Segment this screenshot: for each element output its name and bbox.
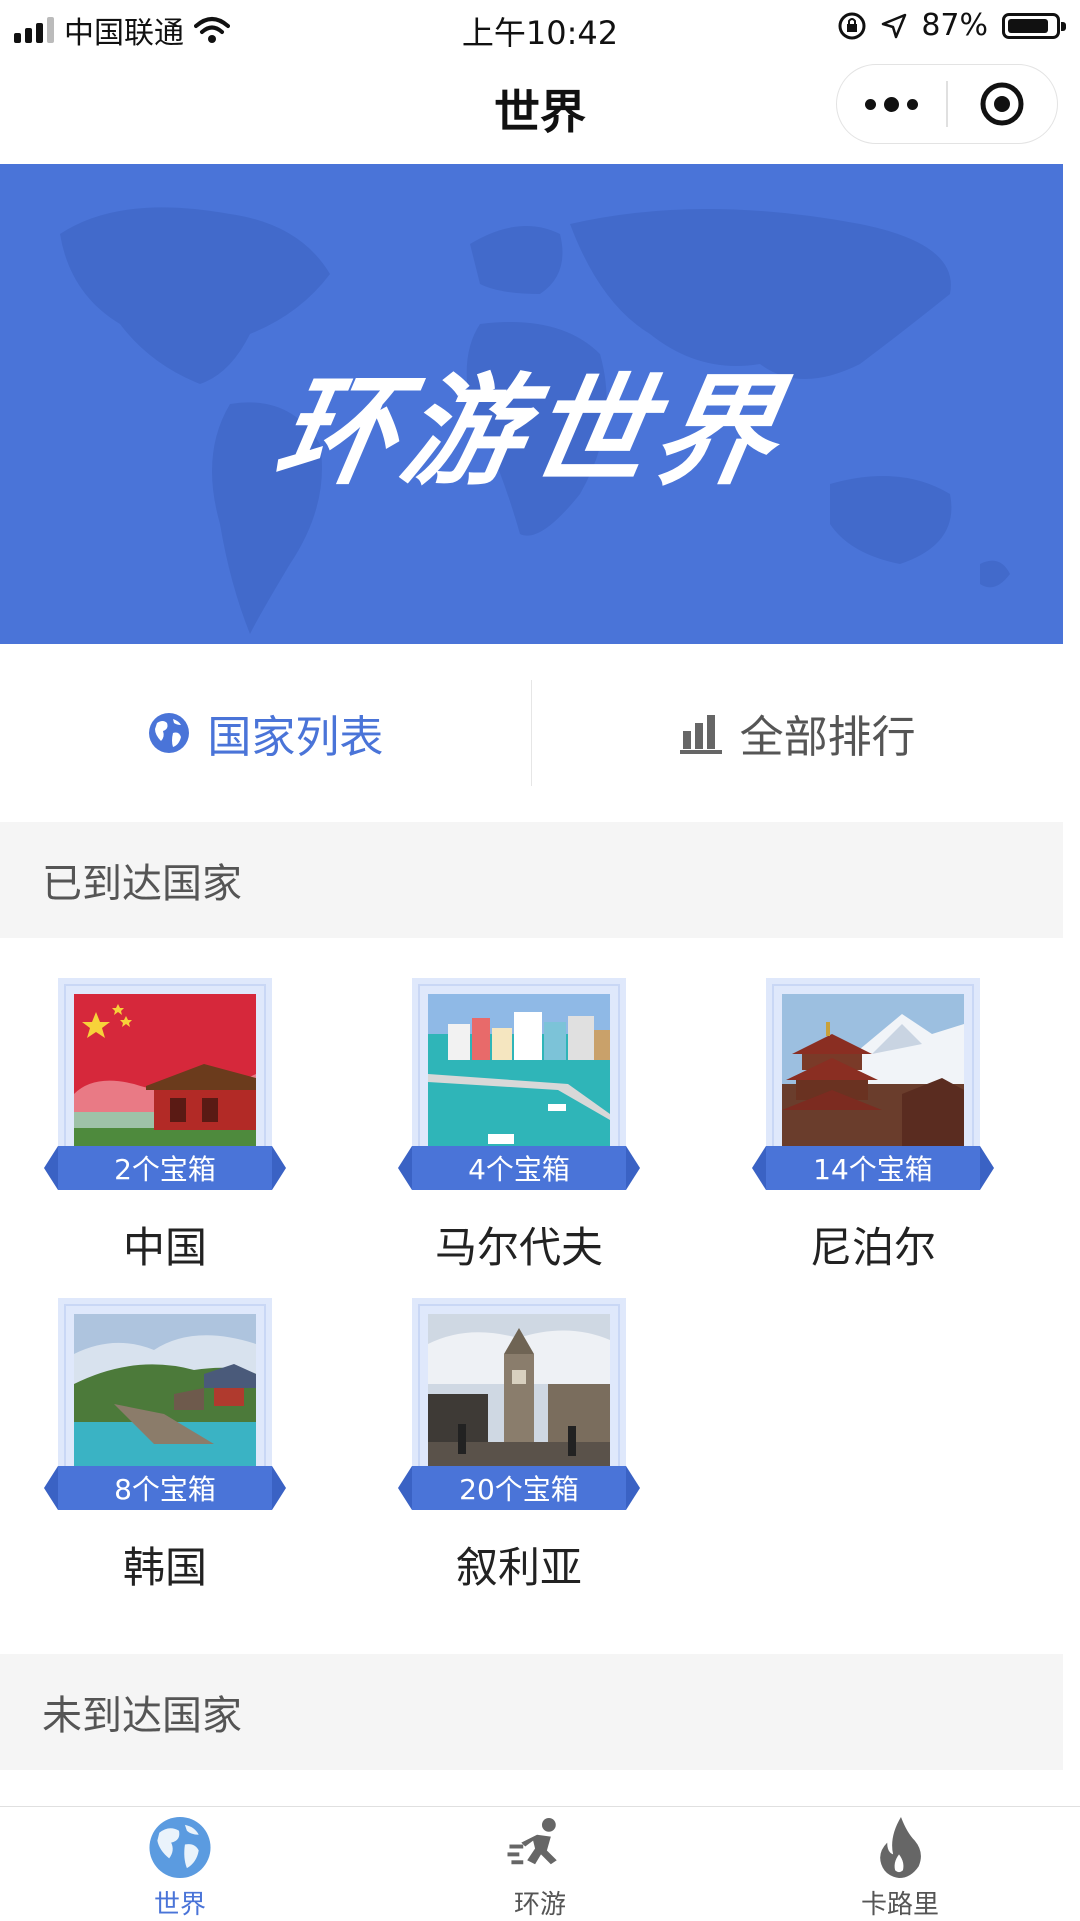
treasure-badge: 8个宝箱 xyxy=(44,1466,286,1510)
country-photo-korea xyxy=(74,1314,256,1468)
runner-icon xyxy=(507,1817,557,1865)
country-name: 韩国 xyxy=(122,1543,207,1592)
treasure-badge: 20个宝箱 xyxy=(398,1466,640,1510)
globe-icon xyxy=(149,713,190,753)
more-dots-icon xyxy=(865,96,919,112)
tab-all-ranking[interactable]: 全部排行 xyxy=(532,644,1063,822)
country-card-syria[interactable]: 20个宝箱 叙利亚 xyxy=(390,1258,640,1592)
tab-all-ranking-label: 全部排行 xyxy=(739,712,916,763)
country-photo-nepal xyxy=(782,994,964,1148)
treasure-badge: 4个宝箱 xyxy=(398,1146,640,1190)
treasure-badge: 14个宝箱 xyxy=(752,1146,994,1190)
country-card-korea[interactable]: 8个宝箱 韩国 xyxy=(36,1258,286,1592)
tabbar-label-travel: 环游 xyxy=(513,1890,566,1920)
bottom-tab-bar: 世界 环游 卡路里 xyxy=(0,1806,1080,1921)
more-button[interactable] xyxy=(837,65,946,143)
status-right: 87% xyxy=(837,8,1066,43)
flame-icon xyxy=(880,1816,921,1879)
tab-row: 国家列表 全部排行 xyxy=(0,644,1063,822)
treasure-badge: 2个宝箱 xyxy=(44,1146,286,1190)
close-button[interactable] xyxy=(948,65,1057,143)
mini-program-capsule xyxy=(836,64,1058,144)
globe-icon xyxy=(149,1816,211,1879)
target-circle-icon xyxy=(980,82,1024,126)
location-arrow-icon xyxy=(882,13,907,38)
status-bar: 中国联通 上午10:42 87% xyxy=(0,0,1080,56)
tab-country-list[interactable]: 国家列表 xyxy=(0,644,531,822)
tabbar-item-travel[interactable]: 环游 xyxy=(360,1807,720,1921)
battery-icon xyxy=(1002,12,1066,39)
bar-chart-icon xyxy=(679,715,722,754)
country-card-nepal[interactable]: 14个宝箱 尼泊尔 xyxy=(744,938,994,1272)
visited-section-header: 已到达国家 xyxy=(0,822,1063,938)
country-photo-syria xyxy=(428,1314,610,1468)
country-card-maldives[interactable]: 4个宝箱 马尔代夫 xyxy=(390,938,640,1272)
country-photo-maldives xyxy=(428,994,610,1148)
country-name: 尼泊尔 xyxy=(809,1223,936,1272)
country-name: 叙利亚 xyxy=(455,1543,582,1592)
nav-bar: 世界 xyxy=(0,56,1080,164)
banner-title: 环游世界 xyxy=(265,363,794,502)
country-photo-china xyxy=(74,994,256,1148)
tabbar-item-calories[interactable]: 卡路里 xyxy=(720,1807,1080,1921)
tabbar-item-world[interactable]: 世界 xyxy=(0,1807,360,1921)
tab-country-list-label: 国家列表 xyxy=(207,712,384,763)
country-card-china[interactable]: 2个宝箱 中国 xyxy=(36,938,286,1272)
unvisited-section-header: 未到达国家 xyxy=(0,1654,1063,1770)
battery-percent: 87% xyxy=(921,8,988,43)
tabbar-label-calories: 卡路里 xyxy=(860,1890,939,1920)
battery-fill xyxy=(1008,18,1048,33)
orientation-lock-icon xyxy=(838,12,866,39)
tabbar-label-world: 世界 xyxy=(153,1890,206,1920)
banner: 环游世界 xyxy=(0,164,1063,644)
